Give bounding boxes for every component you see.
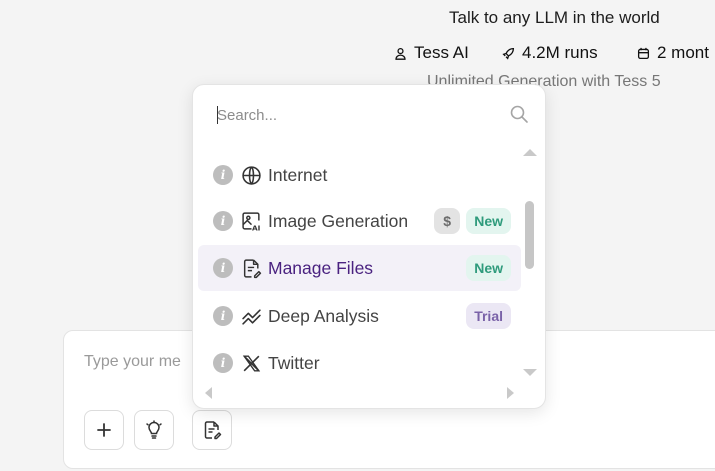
tool-item-label: Manage Files: [268, 257, 374, 278]
svg-text:AI: AI: [252, 223, 261, 232]
age-text: 2 mont: [657, 43, 709, 62]
scrollbar-thumb[interactable]: [525, 201, 534, 269]
author-meta[interactable]: Tess AI: [394, 43, 502, 63]
agent-meta-row: Tess AI 4.2M runs 2 mont: [394, 43, 709, 63]
scroll-up-arrow[interactable]: [523, 149, 537, 156]
image-ai-icon: AI: [240, 210, 262, 232]
scroll-left-arrow[interactable]: [205, 387, 212, 399]
info-icon[interactable]: i: [213, 165, 233, 185]
rocket-icon: [502, 47, 515, 60]
tool-item-twitter[interactable]: i Twitter: [198, 340, 521, 386]
author-name: Tess AI: [414, 43, 469, 62]
globe-icon: [240, 164, 262, 186]
text-caret: [217, 106, 218, 124]
tool-item-manage-files[interactable]: i Manage Files New: [198, 245, 521, 291]
tools-dropdown[interactable]: i Internet i AI Image Generation $ New i: [192, 84, 546, 409]
chat-input-placeholder[interactable]: Type your me: [84, 353, 181, 371]
add-button[interactable]: [84, 410, 124, 450]
search-input[interactable]: [217, 101, 487, 129]
tool-item-label: Image Generation: [268, 210, 409, 231]
tool-item-image-generation[interactable]: i AI Image Generation $ New: [198, 198, 521, 244]
chart-line-icon: [240, 305, 262, 327]
user-icon: [395, 47, 406, 60]
scroll-right-arrow[interactable]: [507, 387, 514, 399]
age-meta: 2 mont: [637, 43, 709, 63]
tool-item-label: Internet: [268, 164, 328, 185]
suggestions-button[interactable]: [134, 410, 174, 450]
badge-group: $ New: [434, 208, 511, 234]
tool-item-label: Twitter: [268, 352, 320, 373]
manage-files-button[interactable]: [192, 410, 232, 450]
cost-badge: $: [434, 208, 461, 234]
info-icon[interactable]: i: [213, 211, 233, 231]
runs-count: 4.2M runs: [522, 43, 598, 62]
info-icon[interactable]: i: [213, 353, 233, 373]
search-icon[interactable]: [509, 104, 529, 124]
tool-item-deep-analysis[interactable]: i Deep Analysis Trial: [198, 293, 521, 339]
new-badge: New: [466, 208, 511, 234]
file-edit-icon: [204, 421, 222, 440]
tool-item-internet[interactable]: i Internet: [198, 152, 521, 198]
page-title: Talk to any LLM in the world: [449, 8, 660, 27]
new-badge: New: [466, 255, 511, 281]
calendar-icon: [637, 47, 650, 59]
runs-meta: 4.2M runs: [502, 43, 637, 63]
x-logo-icon: [240, 352, 262, 374]
tool-item-label: Deep Analysis: [268, 305, 379, 326]
plus-icon: [97, 423, 111, 437]
info-icon[interactable]: i: [213, 306, 233, 326]
badge-group: Trial: [466, 303, 511, 329]
lightbulb-icon: [146, 420, 162, 439]
search-bar[interactable]: [217, 101, 529, 131]
scroll-down-arrow[interactable]: [523, 369, 537, 376]
file-edit-icon: [240, 257, 262, 279]
info-icon[interactable]: i: [213, 258, 233, 278]
badge-group: New: [466, 255, 511, 281]
trial-badge: Trial: [466, 303, 511, 329]
